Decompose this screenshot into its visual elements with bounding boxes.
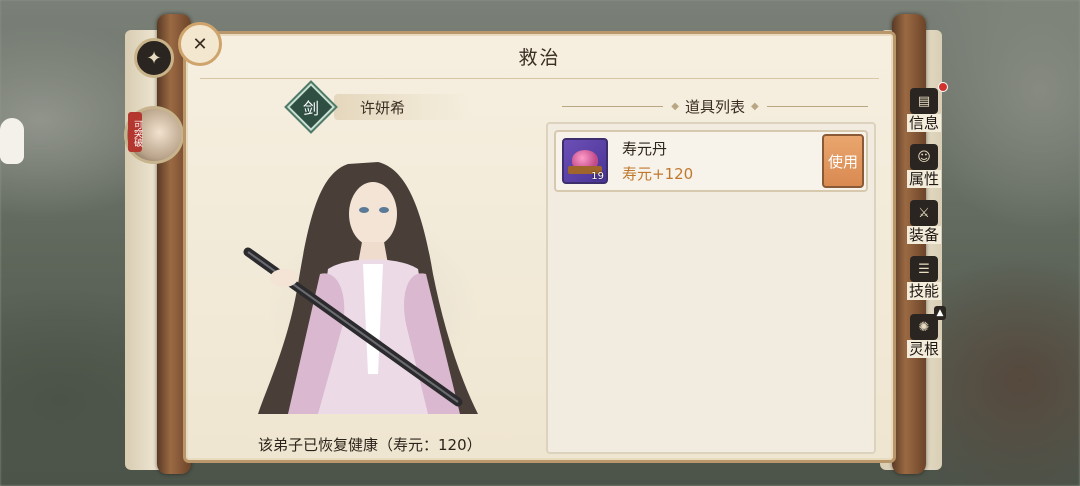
item-count: 19 xyxy=(591,171,604,182)
breakthrough-tag: 可突破 xyxy=(128,112,142,152)
item-list[interactable]: 19 寿元丹 寿元+120 使用 xyxy=(546,122,876,454)
tab-skills-label: 技能 xyxy=(906,282,941,300)
disciple-portrait-art xyxy=(243,162,478,414)
list-item[interactable]: 19 寿元丹 寿元+120 使用 xyxy=(554,130,868,192)
person-icon: ☺ xyxy=(910,144,938,170)
header-ornament-icon: ◆ xyxy=(671,100,679,112)
item-info: 寿元丹 寿元+120 xyxy=(622,138,822,184)
item-list-header: ◆ 道具列表 ◆ xyxy=(554,92,876,120)
longevity-pill-icon[interactable]: 19 xyxy=(562,138,608,184)
disciple-card: 剑 许妍希 该弟子已恢复健康（寿元：120） xyxy=(194,82,538,454)
recovery-status-text: 该弟子已恢复健康（寿元：120） xyxy=(258,436,482,454)
item-name: 寿元丹 xyxy=(622,140,668,158)
lock-icon: ▲ xyxy=(934,306,946,320)
disciple-name: 许妍希 xyxy=(334,94,470,120)
dialog-header: 救治 xyxy=(186,34,893,78)
pin-icon[interactable]: ✦ xyxy=(134,38,174,78)
header-line-right xyxy=(766,105,869,107)
title-divider xyxy=(200,78,879,79)
tab-equipment-label: 装备 xyxy=(906,226,941,244)
tab-attributes[interactable]: ☺ 属性 xyxy=(898,136,950,188)
map-ghost-sprite[interactable] xyxy=(0,118,24,164)
tab-skills[interactable]: ☰ 技能 xyxy=(898,248,950,300)
alert-dot-icon xyxy=(938,82,948,92)
dialog-title: 救治 xyxy=(518,46,561,69)
tab-attributes-label: 属性 xyxy=(906,170,941,188)
tab-spirit-root-label: 灵根 xyxy=(906,340,941,358)
header-ornament-icon: ◆ xyxy=(751,100,759,112)
tab-info-label: 信息 xyxy=(906,114,941,132)
item-effect: 寿元+120 xyxy=(622,165,694,183)
scroll-icon: ☰ xyxy=(910,256,938,282)
sword-type-icon: 剑 xyxy=(286,82,336,132)
side-tab-bar: ▤ 信息 ☺ 属性 ⚔ 装备 ☰ 技能 ✺ 灵根 ▲ xyxy=(898,80,950,380)
tab-equipment[interactable]: ⚔ 装备 xyxy=(898,192,950,244)
armor-icon: ⚔ xyxy=(910,200,938,226)
disciple-portrait xyxy=(228,144,518,420)
use-item-button[interactable]: 使用 xyxy=(822,134,864,188)
item-list-title: 道具列表 xyxy=(685,97,746,116)
item-list-panel: ◆ 道具列表 ◆ 19 寿元丹 寿元+120 使用 xyxy=(546,84,876,454)
tab-info[interactable]: ▤ 信息 xyxy=(898,80,950,132)
tab-spirit-root[interactable]: ✺ 灵根 ▲ xyxy=(898,306,950,358)
treatment-dialog: ✕ 救治 剑 许妍希 该弟子已恢复健康（寿元：120） ◆ 道具列表 ◆ 19 … xyxy=(178,22,896,463)
book-icon: ▤ xyxy=(910,88,938,114)
disciple-name-row: 剑 许妍希 xyxy=(286,82,494,132)
header-line-left xyxy=(562,105,664,107)
